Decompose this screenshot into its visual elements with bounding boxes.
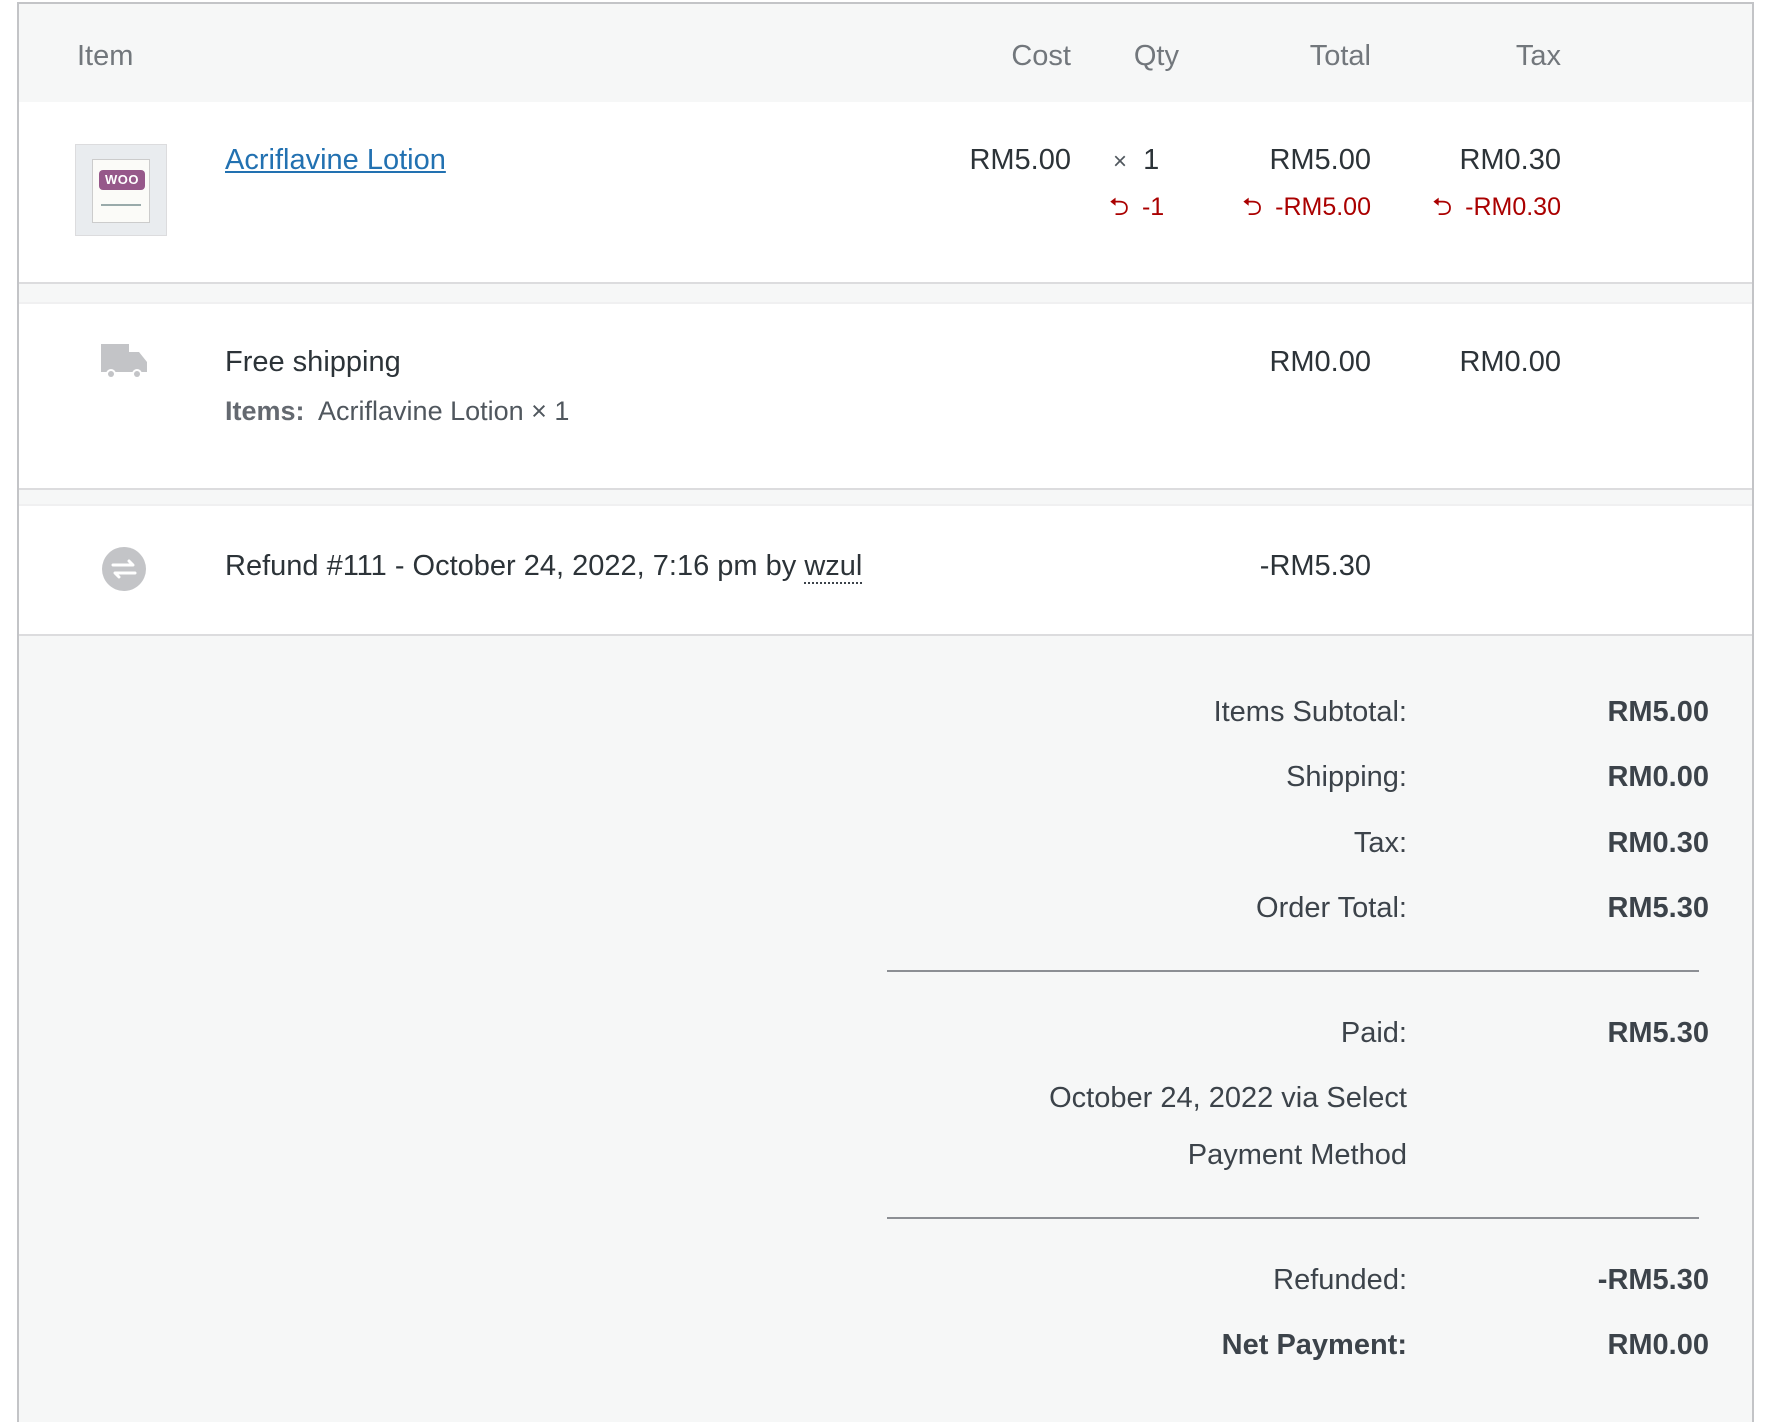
paid-value: RM5.30 [1607,1017,1709,1049]
refund-description: Refund #111 - October 24, 2022, 7:16 pm … [225,550,863,584]
tax-total-value: RM0.30 [1607,827,1709,859]
paid-note-line2: Payment Method [1187,1139,1407,1171]
undo-icon: ⮌ [1109,193,1130,221]
qty-value: 1 [1143,144,1160,176]
truck-icon [99,338,149,393]
refund-exchange-icon [99,544,149,599]
product-image: WOO [92,159,150,223]
line-item-qty: × 1 [1113,144,1159,177]
line-item-cost: RM5.00 [969,144,1071,176]
paid-note-line1: October 24, 2022 via Select [1049,1082,1407,1114]
payment-divider [887,1217,1699,1219]
refund-text: Refund #111 - October 24, 2022, 7:16 pm … [225,550,797,582]
totals-divider [887,970,1699,972]
undo-icon: ⮌ [1432,193,1453,221]
items-subtotal-label: Items Subtotal: [1213,696,1407,728]
refunded-label: Refunded: [1273,1264,1407,1296]
shipping-items-value: Acriflavine Lotion × 1 [318,396,570,426]
shipping-total-value: RM0.00 [1607,761,1709,793]
line-item-tax: RM0.30 [1459,144,1561,176]
paid-label: Paid: [1340,1017,1407,1049]
items-subtotal-value: RM5.00 [1607,696,1709,728]
shipping-items-meta: Items: Acriflavine Lotion × 1 [225,396,569,427]
line-item-row: WOO Acriflavine Lotion RM5.00 × 1 RM5.00… [19,102,1752,284]
tax-total-label: Tax: [1353,827,1407,859]
undo-icon: ⮌ [1242,193,1263,221]
product-name-link[interactable]: Acriflavine Lotion [225,144,446,177]
shipping-tax: RM0.00 [1459,346,1561,378]
shipping-row: Free shipping Items: Acriflavine Lotion … [19,302,1752,490]
order-items-panel: Item Cost Qty Total Tax WOO Acriflavine … [17,2,1754,1422]
header-qty: Qty [1133,40,1179,72]
items-table-header: Item Cost Qty Total Tax [19,4,1752,102]
header-item: Item [77,40,134,72]
placeholder-scribble [101,204,141,206]
refund-user[interactable]: wzul [804,550,863,584]
net-payment-value: RM0.00 [1607,1329,1709,1361]
shipping-total: RM0.00 [1269,346,1371,378]
shipping-total-label: Shipping: [1286,761,1407,793]
refunded-qty: ⮌ -1 [1109,193,1165,221]
refunded-tax: ⮌ -RM0.30 [1432,193,1561,221]
refunded-total: ⮌ -RM5.00 [1242,193,1371,221]
header-cost: Cost [1011,40,1071,72]
shipping-items-label: Items: [225,396,305,426]
shipping-method: Free shipping [225,346,401,378]
header-total: Total [1309,40,1371,72]
product-thumbnail[interactable]: WOO [75,144,167,236]
qty-multiply-symbol: × [1113,148,1128,175]
refund-amount: -RM5.30 [1259,550,1371,582]
header-tax: Tax [1515,40,1561,72]
refund-row: Refund #111 - October 24, 2022, 7:16 pm … [19,504,1752,636]
order-total-value: RM5.30 [1607,892,1709,924]
net-payment-label: Net Payment: [1221,1329,1407,1361]
woo-logo-icon: WOO [99,170,145,190]
refunded-value: -RM5.30 [1597,1264,1709,1296]
order-total-label: Order Total: [1256,892,1407,924]
line-item-total: RM5.00 [1269,144,1371,176]
